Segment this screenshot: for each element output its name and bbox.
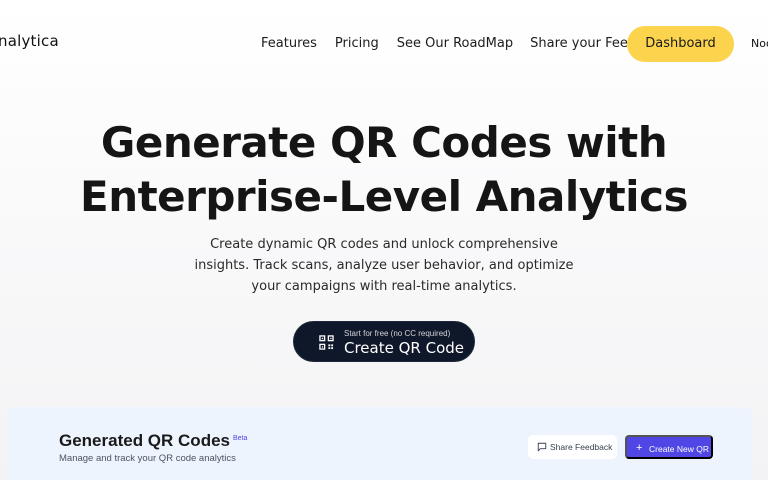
hero-title-line-2: Enterprise-Level Analytics <box>80 172 688 221</box>
nav-links: Features Pricing See Our RoadMap Share y… <box>261 36 667 51</box>
panel-title: Generated QR Codes <box>59 431 230 450</box>
create-new-qr-button[interactable]: + Create New QR <box>625 435 713 459</box>
qr-dashboard-panel: Generated QR Codes Beta Manage and track… <box>8 407 752 480</box>
message-square-icon <box>537 442 547 452</box>
qr-code-icon <box>319 335 334 350</box>
nav-link-features[interactable]: Features <box>261 36 317 51</box>
cta-label: Create QR Code <box>344 339 465 357</box>
dashboard-button[interactable]: Dashboard <box>627 26 734 62</box>
create-new-qr-label: Create New QR <box>649 444 709 454</box>
panel-subtitle: Manage and track your QR code analytics <box>59 453 236 464</box>
hero-subtitle: Create dynamic QR codes and unlock compr… <box>194 237 574 294</box>
brand-logo[interactable]: nalytica <box>0 32 59 50</box>
beta-badge: Beta <box>233 435 248 442</box>
hero-title: Generate QR Codes with Enterprise-Level … <box>0 116 768 224</box>
nav-link-roadmap[interactable]: See Our RoadMap <box>397 36 513 51</box>
hero-title-line-1: Generate QR Codes with <box>100 118 668 167</box>
cta-note: Start for free (no CC required) <box>344 329 451 338</box>
create-qr-code-button[interactable]: Start for free (no CC required) Create Q… <box>293 321 475 362</box>
share-feedback-button[interactable]: Share Feedback <box>528 435 617 459</box>
navbar: nalytica Features Pricing See Our RoadMa… <box>0 0 768 88</box>
plus-icon: + <box>636 442 643 454</box>
nav-link-pricing[interactable]: Pricing <box>335 36 379 51</box>
user-menu[interactable]: Noo <box>751 37 768 50</box>
landing-page: nalytica Features Pricing See Our RoadMa… <box>0 0 768 480</box>
share-feedback-label: Share Feedback <box>550 442 613 452</box>
